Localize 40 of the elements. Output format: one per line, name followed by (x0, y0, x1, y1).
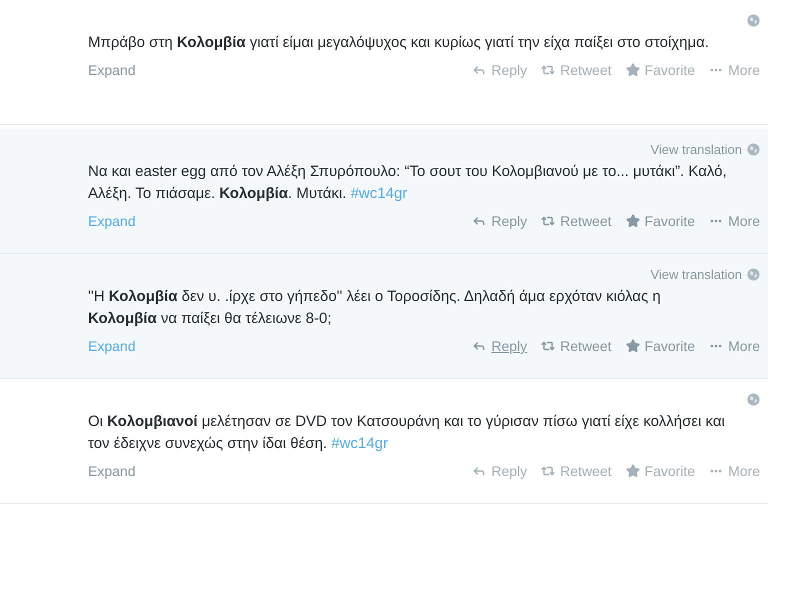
retweet-button[interactable]: Retweet (541, 213, 612, 229)
star-icon (626, 63, 640, 77)
retweet-icon (541, 214, 556, 228)
tweet-text: Μπράβο στη Κολομβία γιατί είμαι μεγαλόψυχος και κυρίως γιατί την είχα παίξει στο στοίχημα. (88, 33, 710, 53)
globe-icon (747, 14, 760, 26)
reply-button[interactable]: Reply (472, 338, 528, 354)
star-icon (626, 339, 640, 353)
more-button[interactable]: More (709, 463, 760, 479)
tweet-text: Να και easter egg από τον Αλέξη Σπυρόπουλο: “Το σουτ του Κολομβιανού με το... μυτάκι”. Καλό, Αλέξη. Το πιάσαμε. Κολομβία. Μυτάκι. #wc14gr (88, 162, 728, 204)
retweet-icon (541, 339, 556, 353)
globe-icon (747, 392, 760, 406)
retweet-icon (541, 63, 556, 77)
retweet-icon (541, 464, 556, 478)
retweet-button[interactable]: Retweet (541, 463, 612, 479)
retweet-button[interactable]: Retweet (541, 338, 612, 354)
hashtag-link[interactable]: #wc14gr (350, 185, 408, 202)
star-icon (626, 464, 640, 478)
reply-button[interactable]: Reply (472, 463, 528, 479)
favorite-button[interactable]: Favorite (626, 62, 696, 78)
favorite-button[interactable]: Favorite (626, 213, 696, 229)
star-icon (626, 214, 640, 228)
more-button[interactable]: More (709, 338, 760, 354)
expand-link[interactable]: Expand (88, 213, 136, 229)
favorite-button[interactable]: Favorite (626, 338, 696, 354)
more-button[interactable]: More (709, 62, 760, 78)
view-translation-link[interactable]: View translation (650, 266, 742, 282)
expand-link[interactable]: Expand (88, 463, 136, 479)
reply-button[interactable]: Reply (472, 213, 528, 229)
retweet-button[interactable]: Retweet (541, 62, 612, 78)
reply-button[interactable]: Reply (472, 62, 528, 78)
favorite-button[interactable]: Favorite (626, 463, 696, 479)
view-translation-link[interactable]: View translation (650, 142, 742, 156)
globe-icon (747, 142, 760, 156)
expand-link[interactable]: Expand (88, 338, 136, 354)
tweet-text: Οι Κολομβιανοί μελέτησαν σε DVD τον Κατσουράνη και το γύρισαν πίσω γιατί είχε κολλήσει και τον έδειχνε συνεχώς στην ίδαι θέση. #wc14gr (88, 412, 726, 454)
expand-link[interactable]: Expand (88, 62, 136, 78)
hashtag-link[interactable]: #wc14gr (331, 435, 388, 452)
globe-icon (747, 268, 760, 280)
tweet-text: ''Η Κολομβία δεν υ. .ίρχε στο γήπεδο'' λέει ο Τοροσίδης. Δηλαδή άμα ερχόταν κιόλας η Κολομβία να παίξει θα τέλειωνε 8-0; (88, 287, 662, 329)
more-button[interactable]: More (709, 213, 760, 229)
